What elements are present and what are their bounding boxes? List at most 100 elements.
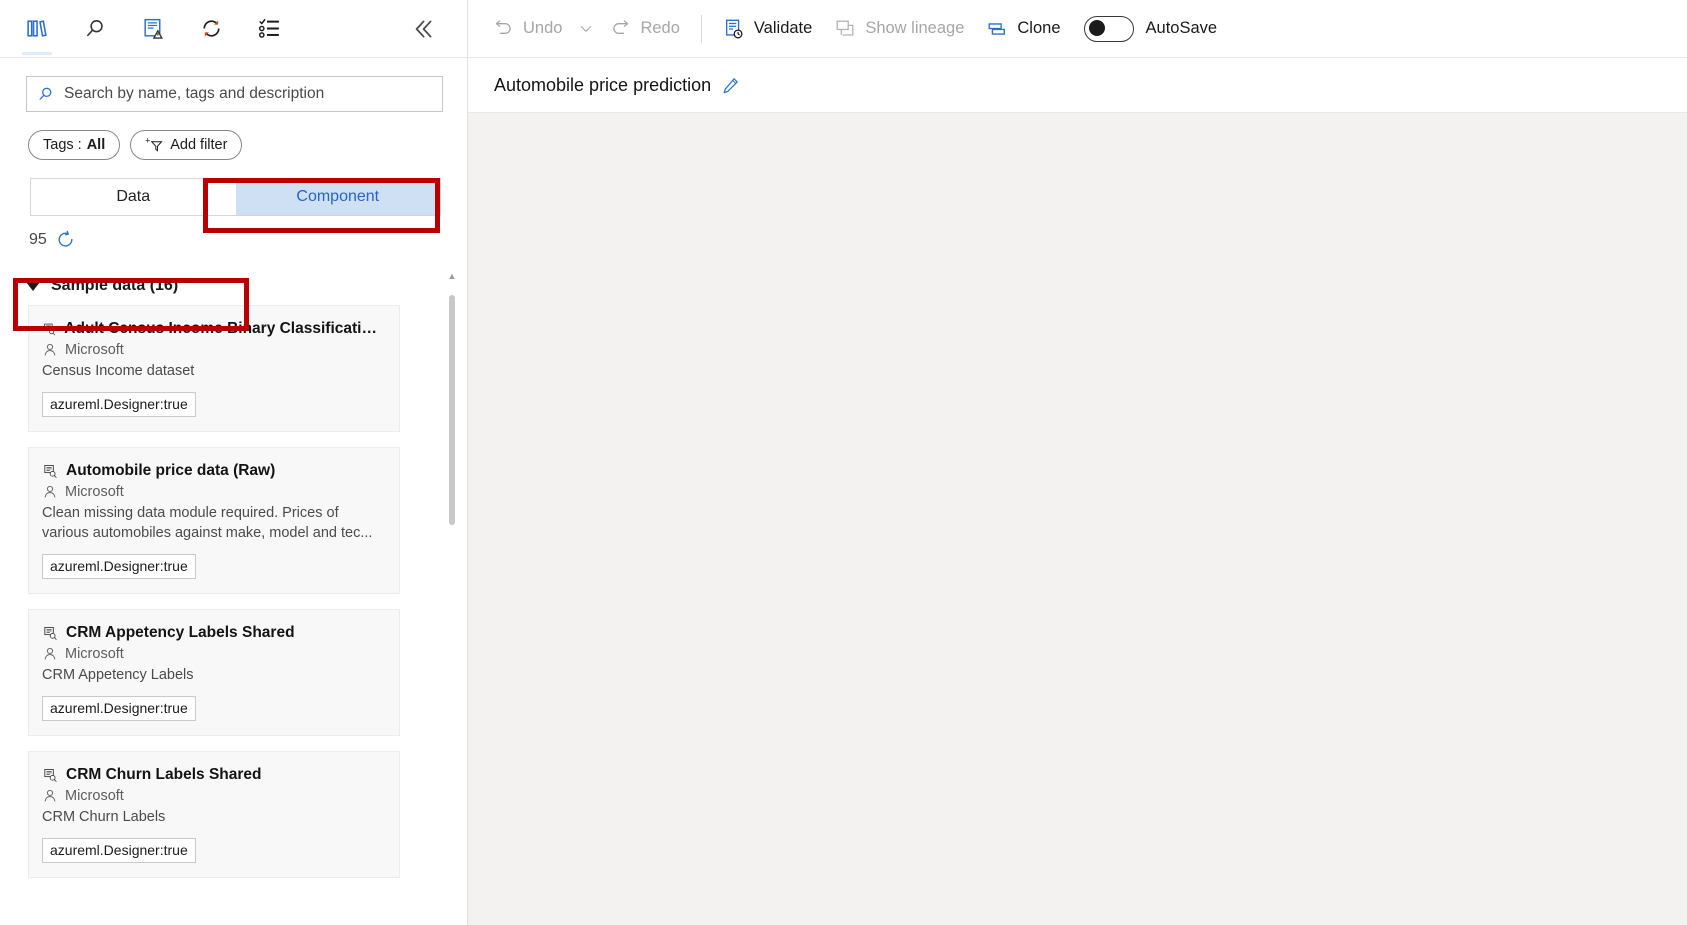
show-lineage-button[interactable]: Show lineage bbox=[823, 9, 975, 49]
chevron-down-icon bbox=[26, 281, 40, 291]
asset-card-owner-row: Microsoft bbox=[42, 646, 385, 662]
rail-item-checklist[interactable] bbox=[240, 0, 298, 57]
rail-item-asset-library[interactable] bbox=[8, 0, 66, 57]
toolbar-divider bbox=[700, 14, 702, 43]
asset-card-owner: Microsoft bbox=[65, 646, 124, 662]
page-title: Automobile price prediction bbox=[494, 74, 712, 95]
redo-label: Redo bbox=[640, 19, 680, 37]
asset-type-toggle: Data Component bbox=[30, 178, 441, 216]
asset-card-tag: azureml.Designer:true bbox=[42, 392, 196, 417]
asset-card-title-row: CRM Churn Labels Shared bbox=[42, 766, 385, 784]
scroll-up-arrow-icon[interactable]: ▲ bbox=[448, 271, 457, 281]
tags-filter-pill[interactable]: Tags : All bbox=[28, 130, 121, 160]
asset-library-panel: Tags : All + Add filter Data Component 9… bbox=[0, 0, 468, 925]
collapse-panel-button[interactable] bbox=[397, 0, 449, 57]
checklist-icon bbox=[258, 19, 279, 38]
group-header-sample-data[interactable]: Sample data (16) bbox=[0, 267, 467, 305]
search-box[interactable] bbox=[26, 76, 443, 112]
dataset-icon bbox=[44, 464, 57, 478]
dataset-icon bbox=[44, 626, 57, 640]
svg-text:+: + bbox=[145, 136, 150, 145]
person-icon bbox=[44, 789, 56, 802]
undo-icon bbox=[495, 20, 511, 34]
edit-title-button[interactable] bbox=[721, 76, 740, 95]
clone-button[interactable]: Clone bbox=[975, 9, 1071, 49]
asset-library-icon bbox=[26, 20, 47, 37]
toggle-option-component[interactable]: Component bbox=[235, 179, 440, 215]
rail-item-refresh-sync[interactable] bbox=[182, 0, 240, 57]
add-filter-icon: + bbox=[145, 136, 163, 152]
asset-type-toggle-section: Data Component bbox=[0, 160, 467, 216]
tags-filter-prefix: Tags : bbox=[43, 137, 82, 153]
refresh-list-button[interactable] bbox=[56, 230, 75, 249]
asset-card-description: Census Income dataset bbox=[42, 363, 195, 379]
autosave-toggle[interactable] bbox=[1083, 15, 1134, 42]
clone-label: Clone bbox=[1017, 19, 1061, 37]
asset-list-area: Sample data (16) Adult Census Income Bin… bbox=[0, 267, 467, 925]
pipeline-title-bar: Automobile price prediction bbox=[468, 58, 1687, 113]
autosave-group: AutoSave bbox=[1072, 15, 1218, 42]
show-lineage-icon bbox=[836, 20, 854, 36]
asset-card[interactable]: Adult Census Income Binary Classificatio… bbox=[28, 305, 400, 432]
asset-card-tag: azureml.Designer:true bbox=[42, 554, 196, 579]
clone-icon bbox=[988, 22, 1006, 35]
asset-card-list: Adult Census Income Binary Classificatio… bbox=[0, 305, 467, 878]
designer-main-area: Undo Redo Validate Show lineage Clone Au… bbox=[468, 0, 1687, 925]
search-input[interactable] bbox=[64, 85, 432, 103]
scrollbar-thumb[interactable] bbox=[449, 295, 455, 525]
pipeline-canvas[interactable] bbox=[468, 113, 1687, 925]
tags-filter-value: All bbox=[86, 137, 106, 153]
person-icon bbox=[44, 343, 56, 356]
asset-card[interactable]: CRM Churn Labels Shared Microsoft CRM Chu… bbox=[28, 751, 400, 878]
search-section bbox=[0, 58, 467, 112]
redo-button[interactable]: Redo bbox=[599, 9, 690, 49]
double-chevron-left-icon bbox=[415, 20, 432, 37]
toggle-option-data[interactable]: Data bbox=[31, 179, 236, 215]
group-header-label: Sample data (16) bbox=[51, 277, 179, 294]
redo-icon bbox=[613, 20, 629, 34]
validate-button[interactable]: Validate bbox=[712, 9, 823, 49]
rail-item-search[interactable] bbox=[66, 0, 124, 57]
draft-notes-icon bbox=[143, 18, 163, 39]
asset-card[interactable]: CRM Appetency Labels Shared Microsoft CRM… bbox=[28, 609, 400, 736]
undo-label: Undo bbox=[523, 19, 563, 37]
search-icon bbox=[86, 20, 103, 37]
asset-card-description: CRM Appetency Labels bbox=[42, 667, 194, 683]
scrollbar-track[interactable] bbox=[445, 281, 459, 925]
asset-card-title: Adult Census Income Binary Classificatio… bbox=[64, 320, 385, 337]
panel-icon-rail bbox=[0, 0, 467, 58]
search-icon bbox=[39, 87, 52, 100]
validate-label: Validate bbox=[753, 19, 813, 37]
asset-card-tag: azureml.Designer:true bbox=[42, 838, 196, 863]
asset-card-title: Automobile price data (Raw) bbox=[66, 462, 276, 479]
undo-dropdown-button[interactable] bbox=[573, 9, 599, 49]
person-icon bbox=[44, 485, 56, 498]
refresh-icon bbox=[58, 230, 73, 247]
add-filter-pill[interactable]: + Add filter bbox=[130, 130, 243, 160]
rail-item-draft-notes[interactable] bbox=[124, 0, 182, 57]
azure-ml-designer-app: Tags : All + Add filter Data Component 9… bbox=[0, 0, 1687, 925]
asset-card-title: CRM Appetency Labels Shared bbox=[66, 624, 295, 641]
designer-toolbar: Undo Redo Validate Show lineage Clone Au… bbox=[468, 0, 1687, 58]
asset-card-owner-row: Microsoft bbox=[42, 342, 385, 358]
asset-card-owner: Microsoft bbox=[65, 484, 124, 500]
autosave-toggle-knob bbox=[1088, 20, 1105, 36]
undo-button[interactable]: Undo bbox=[482, 9, 573, 49]
asset-card-owner-row: Microsoft bbox=[42, 484, 385, 500]
autosave-label: AutoSave bbox=[1145, 19, 1218, 37]
filter-row: Tags : All + Add filter bbox=[0, 112, 467, 160]
asset-count-row: 95 bbox=[0, 216, 467, 249]
show-lineage-label: Show lineage bbox=[865, 19, 965, 37]
validate-icon bbox=[725, 19, 743, 38]
asset-card-title-row: CRM Appetency Labels Shared bbox=[42, 624, 385, 642]
chevron-down-icon bbox=[581, 25, 592, 32]
asset-card-title: CRM Churn Labels Shared bbox=[66, 766, 262, 783]
asset-card[interactable]: Automobile price data (Raw) Microsoft Cle… bbox=[28, 447, 400, 594]
asset-card-description: CRM Churn Labels bbox=[42, 809, 166, 825]
dataset-icon bbox=[44, 768, 57, 782]
dataset-icon bbox=[44, 323, 56, 335]
asset-card-description: Clean missing data module required. Pric… bbox=[42, 505, 373, 541]
asset-list-scrollbar[interactable]: ▲ bbox=[445, 271, 459, 925]
asset-card-title-row: Adult Census Income Binary Classificatio… bbox=[42, 320, 385, 338]
asset-card-owner: Microsoft bbox=[65, 342, 124, 358]
